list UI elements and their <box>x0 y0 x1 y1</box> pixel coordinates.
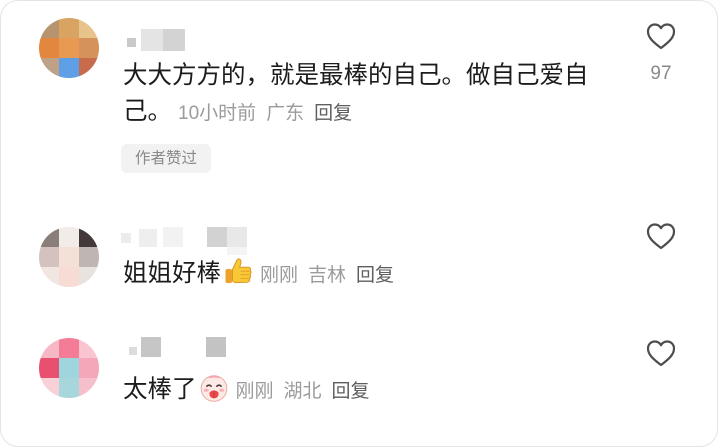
username-mosaic[interactable] <box>1 1 185 51</box>
comment-meta: 10小时前 广东 回复 <box>178 103 352 124</box>
avatar-mosaic-cell <box>59 247 79 267</box>
comment-body: 太棒了 刚刚 湖北 回复 <box>123 371 605 410</box>
comment-time: 刚刚 <box>260 265 299 286</box>
comment-location: 广东 <box>266 103 305 124</box>
mosaic-block <box>227 227 247 247</box>
avatar-mosaic-cell <box>79 267 99 287</box>
heart-outline-icon[interactable] <box>645 21 677 51</box>
avatar-mosaic-cell <box>39 227 59 247</box>
avatar-mosaic-cell <box>39 267 59 287</box>
comment-list-card: 大大方方的，就是最棒的自己。做自己爱自己。 10小时前 广东 回复 作者赞过 97 姐… <box>0 0 718 447</box>
comment-meta: 刚刚 吉林 回复 <box>260 265 394 286</box>
avatar-mosaic-cell <box>79 247 99 267</box>
author-liked-badge: 作者赞过 <box>121 144 212 173</box>
avatar-mosaic-cell <box>59 358 79 378</box>
reply-button[interactable]: 回复 <box>356 265 394 286</box>
mosaic-block <box>129 347 137 355</box>
comment-time: 刚刚 <box>235 381 274 402</box>
avatar-mosaic-cell <box>39 378 59 398</box>
mosaic-block <box>227 247 247 255</box>
like-button[interactable]: 97 <box>641 21 681 86</box>
avatar-mosaic-cell <box>39 58 59 78</box>
avatar-mosaic-cell <box>79 38 99 58</box>
avatar-mosaic-cell <box>59 227 79 247</box>
mosaic-block <box>141 29 163 51</box>
comment-location: 吉林 <box>308 265 347 286</box>
mosaic-block <box>207 227 227 247</box>
comment-item: 大大方方的，就是最棒的自己。做自己爱自己。 10小时前 广东 回复 作者赞过 97 <box>1 1 718 201</box>
mosaic-block <box>163 29 185 51</box>
avatar-mosaic-cell <box>39 358 59 378</box>
like-count: 97 <box>650 63 672 84</box>
avatar-mosaic-cell <box>39 18 59 38</box>
mosaic-block <box>163 227 183 247</box>
comment-body: 姐姐好棒 刚刚 吉林 回复 <box>123 255 605 294</box>
avatar-mosaic-cell <box>79 18 99 38</box>
like-button[interactable] <box>641 221 681 251</box>
mosaic-block <box>121 233 131 243</box>
avatar-mosaic-cell <box>59 18 79 38</box>
mosaic-block <box>127 38 136 47</box>
avatar[interactable] <box>39 18 99 78</box>
comment-body: 大大方方的，就是最棒的自己。做自己爱自己。 10小时前 广东 回复 <box>123 58 605 132</box>
avatar[interactable] <box>39 227 99 287</box>
mosaic-block <box>206 337 226 357</box>
avatar-mosaic-cell <box>39 338 59 358</box>
heart-outline-icon[interactable] <box>645 338 677 368</box>
like-button[interactable] <box>641 338 681 368</box>
avatar-mosaic-cell <box>59 58 79 78</box>
avatar-mosaic-cell <box>59 38 79 58</box>
shy-face-emoji-icon <box>198 371 230 403</box>
avatar-mosaic-cell <box>79 358 99 378</box>
comment-item: 太棒了 刚刚 湖北 回复 <box>1 316 718 446</box>
avatar-mosaic-cell <box>39 247 59 267</box>
avatar-mosaic-cell <box>39 38 59 58</box>
avatar-mosaic-cell <box>79 338 99 358</box>
mosaic-block <box>139 229 157 247</box>
avatar-mosaic-cell <box>59 267 79 287</box>
comment-location: 湖北 <box>283 381 322 402</box>
comment-time: 10小时前 <box>178 103 257 124</box>
avatar-mosaic-cell <box>79 58 99 78</box>
mosaic-block <box>141 337 161 357</box>
avatar-mosaic-cell <box>79 227 99 247</box>
avatar[interactable] <box>39 338 99 398</box>
reply-button[interactable]: 回复 <box>314 103 352 124</box>
reply-button[interactable]: 回复 <box>332 381 370 402</box>
comment-item: 姐姐好棒 刚刚 吉林 回复 <box>1 201 718 316</box>
thumbs-up-emoji-icon <box>222 255 254 287</box>
heart-outline-icon[interactable] <box>645 221 677 251</box>
avatar-mosaic-cell <box>59 378 79 398</box>
username-mosaic[interactable] <box>1 316 226 357</box>
comment-meta: 刚刚 湖北 回复 <box>236 381 370 402</box>
username-mosaic[interactable] <box>1 201 247 255</box>
comment-text[interactable]: 姐姐好棒 <box>123 260 221 287</box>
comment-text[interactable]: 太棒了 <box>123 376 197 403</box>
avatar-mosaic-cell <box>59 338 79 358</box>
avatar-mosaic-cell <box>79 378 99 398</box>
